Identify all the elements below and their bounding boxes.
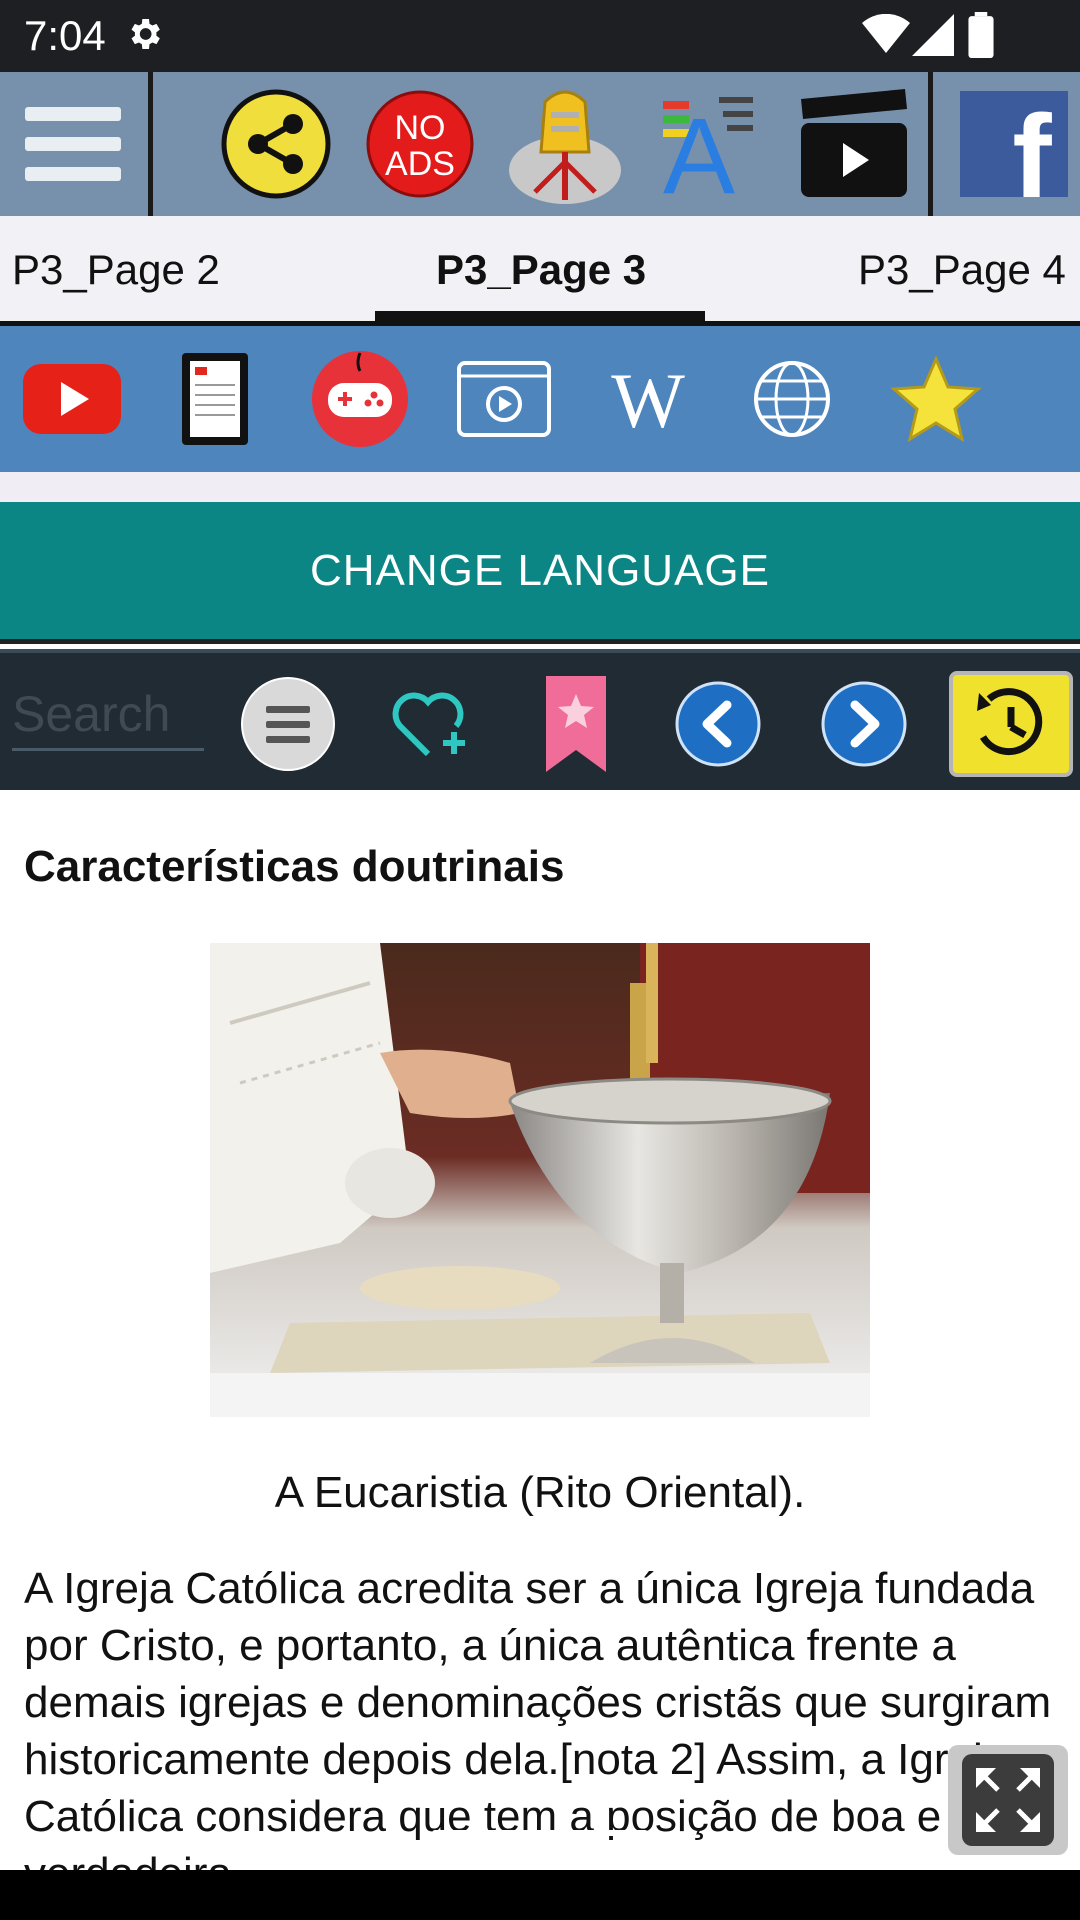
- star-icon[interactable]: [878, 326, 994, 472]
- search-toolbar: [0, 649, 1080, 790]
- image-caption: A Eucaristia (Rito Oriental).: [274, 1468, 806, 1517]
- divider: [928, 72, 933, 216]
- back-icon[interactable]: [668, 653, 768, 794]
- gamepad-icon[interactable]: [300, 326, 420, 472]
- facebook-icon[interactable]: f: [948, 72, 1080, 216]
- vatican-emblem-icon[interactable]: [500, 72, 630, 216]
- no-ads-line2: ADS: [385, 145, 455, 183]
- ebook-icon[interactable]: [160, 326, 270, 472]
- system-nav-bar: [0, 1870, 1080, 1920]
- tab-p3-page-3[interactable]: P3_Page 3: [436, 246, 646, 294]
- page-tabs: P3_Page 2 P3_Page 3 P3_Page 4: [0, 216, 1080, 326]
- font-size-letter: A: [663, 95, 735, 199]
- top-app-bar: NO ADS A f: [0, 72, 1080, 216]
- article-heading: Características doutrinais: [24, 842, 565, 891]
- article-content: Características doutrinais A Eucaristia …: [0, 790, 1080, 1898]
- favorite-add-icon[interactable]: [382, 653, 482, 794]
- divider: [148, 72, 153, 216]
- history-icon[interactable]: [946, 653, 1076, 794]
- article-body: A Igreja Católica acredita ser a única I…: [24, 1564, 1052, 1898]
- search-input[interactable]: [12, 679, 204, 751]
- change-language-button[interactable]: CHANGE LANGUAGE: [0, 502, 1080, 644]
- video-player-icon[interactable]: [446, 326, 562, 472]
- facebook-letter: f: [1012, 91, 1052, 197]
- spacer: [0, 472, 1080, 502]
- quick-links-bar: W: [0, 326, 1080, 472]
- eucharist-photo: [210, 943, 870, 1417]
- settings-icon: [131, 19, 160, 49]
- list-icon[interactable]: [238, 653, 338, 794]
- status-bar: 7:04: [0, 0, 1080, 72]
- bookmark-icon[interactable]: [526, 653, 626, 794]
- font-size-icon[interactable]: A: [650, 72, 760, 216]
- wifi-icon: [862, 14, 910, 53]
- wikipedia-letter: W: [611, 359, 685, 439]
- no-ads-line1: NO: [395, 109, 446, 147]
- forward-icon[interactable]: [814, 653, 914, 794]
- share-icon[interactable]: [216, 72, 336, 216]
- no-ads-icon[interactable]: NO ADS: [360, 72, 480, 216]
- tab-p3-page-2[interactable]: P3_Page 2: [12, 246, 220, 294]
- menu-icon[interactable]: [0, 72, 145, 216]
- wikipedia-icon[interactable]: W: [590, 326, 706, 472]
- youtube-icon[interactable]: [12, 326, 132, 472]
- active-tab-indicator: [375, 311, 705, 323]
- cell-signal-icon: [912, 14, 954, 56]
- video-clapper-icon[interactable]: [790, 72, 915, 216]
- home-gesture-handle[interactable]: [432, 1830, 648, 1836]
- battery-icon: [968, 12, 994, 58]
- status-time: 7:04: [24, 12, 106, 59]
- tab-p3-page-4[interactable]: P3_Page 4: [858, 246, 1066, 294]
- globe-icon[interactable]: [734, 326, 850, 472]
- fullscreen-button[interactable]: [948, 1745, 1068, 1855]
- fullscreen-icon: [962, 1754, 1054, 1846]
